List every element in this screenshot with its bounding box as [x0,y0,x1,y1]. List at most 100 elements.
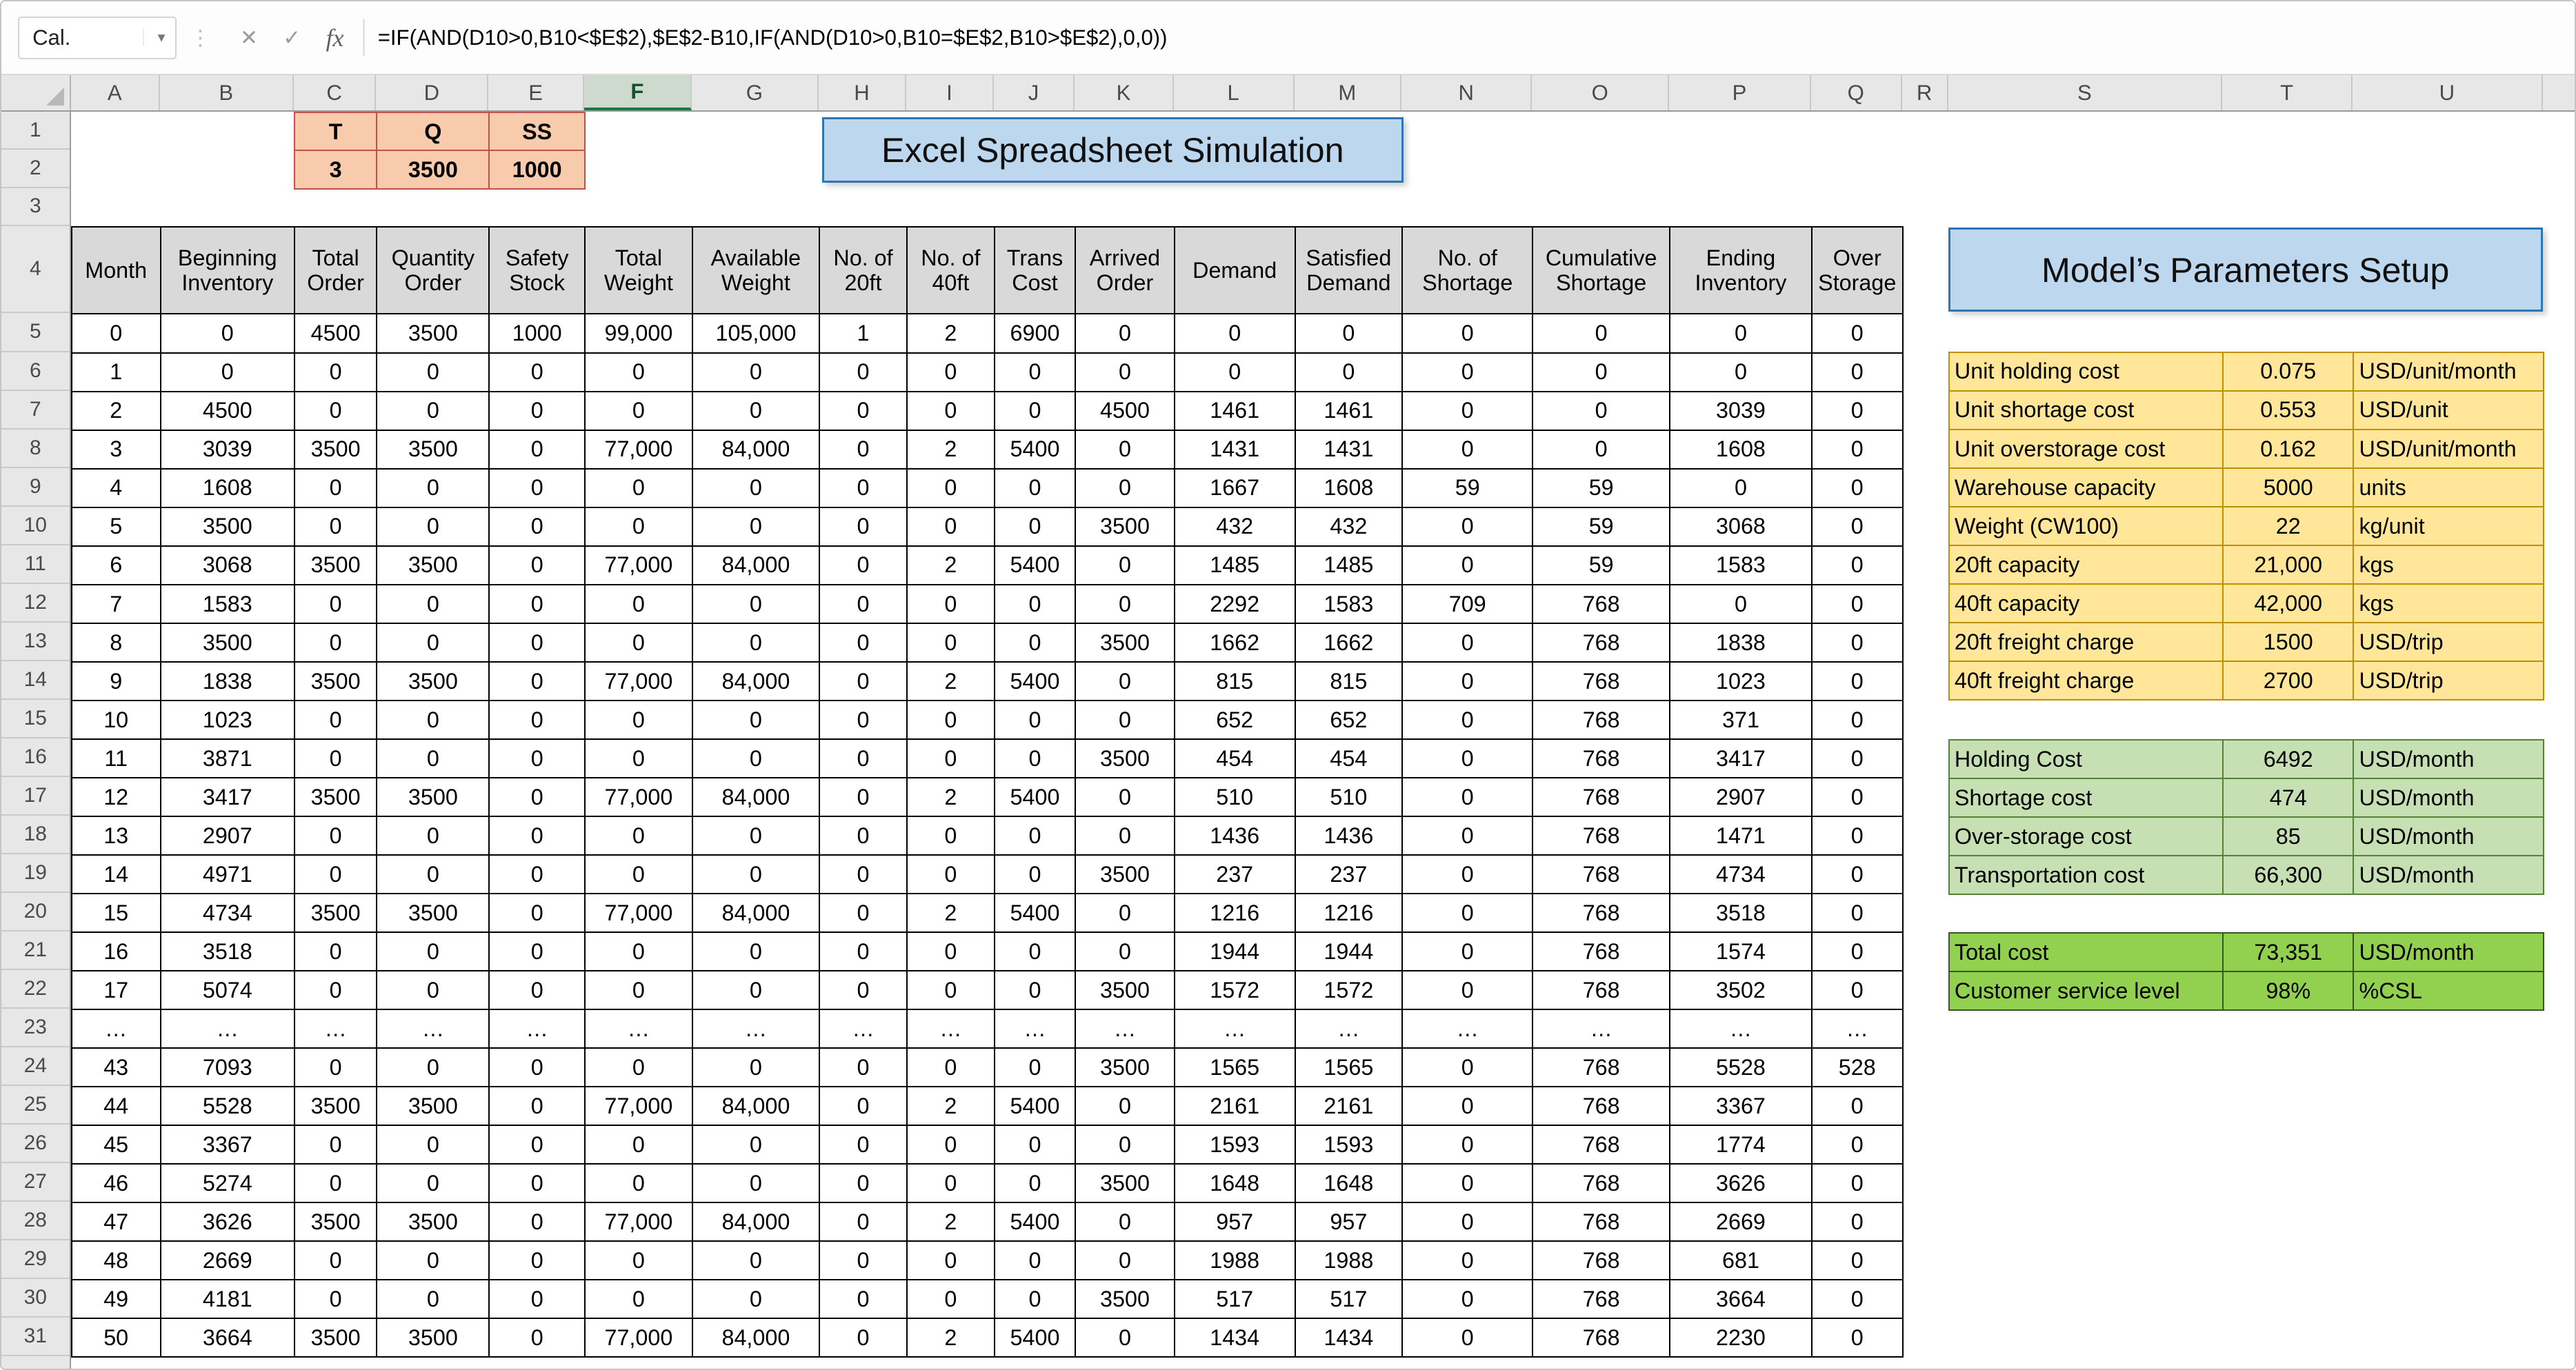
cell-O7[interactable]: 0 [1532,392,1670,430]
cell-H5[interactable]: 1 [819,314,907,352]
cell-E10[interactable]: 0 [489,507,585,546]
cell-J5[interactable]: 6900 [995,314,1075,352]
column-header-N[interactable]: N [1401,75,1532,110]
cell-E2[interactable]: 1000 [489,150,585,188]
cell-G21[interactable]: 0 [692,932,819,971]
cell-F4[interactable]: Total Weight [585,227,692,314]
cell-Q18[interactable]: 0 [1812,816,1903,855]
cell-T22[interactable]: 98% [2223,971,2353,1010]
cell-C14[interactable]: 3500 [294,662,377,701]
cell-E12[interactable]: 0 [489,585,585,623]
cell-O17[interactable]: 768 [1532,778,1670,816]
cell-S6[interactable]: Unit holding cost [1949,352,2223,391]
cell-O20[interactable]: 768 [1532,894,1670,932]
cell-J11[interactable]: 5400 [995,546,1075,585]
cell-D17[interactable]: 3500 [377,778,489,816]
cell-O23[interactable]: … [1532,1009,1670,1048]
cell-G19[interactable]: 0 [692,855,819,894]
cell-N11[interactable]: 0 [1402,546,1532,585]
cell-H13[interactable]: 0 [819,623,907,662]
cell-F14[interactable]: 77,000 [585,662,692,701]
cell-C11[interactable]: 3500 [294,546,377,585]
cell-B22[interactable]: 5074 [161,971,294,1009]
cell-L23[interactable]: … [1175,1009,1295,1048]
cell-G13[interactable]: 0 [692,623,819,662]
row-header-1[interactable]: 1 [1,112,70,150]
cell-P29[interactable]: 681 [1670,1241,1812,1280]
cell-O30[interactable]: 768 [1532,1280,1670,1318]
cell-N13[interactable]: 0 [1402,623,1532,662]
row-header-22[interactable]: 22 [1,970,70,1009]
cell-T10[interactable]: 22 [2223,507,2353,545]
cell-G7[interactable]: 0 [692,392,819,430]
select-all-corner[interactable] [1,75,71,110]
cell-E18[interactable]: 0 [489,816,585,855]
column-header-I[interactable]: I [906,75,994,110]
cell-O16[interactable]: 768 [1532,739,1670,778]
cell-G6[interactable]: 0 [692,353,819,392]
cell-H30[interactable]: 0 [819,1280,907,1318]
cell-E14[interactable]: 0 [489,662,585,701]
cell-I20[interactable]: 2 [907,894,995,932]
cell-Q19[interactable]: 0 [1812,855,1903,894]
cell-G30[interactable]: 0 [692,1280,819,1318]
cell-L6[interactable]: 0 [1175,353,1295,392]
row-header-20[interactable]: 20 [1,893,70,931]
cell-U16[interactable]: USD/month [2353,740,2543,778]
name-box[interactable]: Cal. ▾ [18,17,177,59]
row-header-28[interactable]: 28 [1,1202,70,1240]
cell-A18[interactable]: 13 [72,816,161,855]
cell-B14[interactable]: 1838 [161,662,294,701]
cell-B9[interactable]: 1608 [161,469,294,507]
row-header-21[interactable]: 21 [1,931,70,970]
cell-T16[interactable]: 6492 [2223,740,2353,778]
cell-L5[interactable]: 0 [1175,314,1295,352]
cell-E1[interactable]: SS [489,112,585,150]
cell-E5[interactable]: 1000 [489,314,585,352]
cell-H9[interactable]: 0 [819,469,907,507]
cell-I8[interactable]: 2 [907,430,995,469]
cell-O4[interactable]: Cumulative Shortage [1532,227,1670,314]
cell-P26[interactable]: 1774 [1670,1125,1812,1164]
cell-P24[interactable]: 5528 [1670,1048,1812,1087]
cell-B5[interactable]: 0 [161,314,294,352]
cell-H31[interactable]: 0 [819,1318,907,1357]
cell-I4[interactable]: No. of 40ft [907,227,995,314]
cell-H15[interactable]: 0 [819,701,907,739]
cell-H17[interactable]: 0 [819,778,907,816]
cell-M24[interactable]: 1565 [1295,1048,1403,1087]
cell-L21[interactable]: 1944 [1175,932,1295,971]
cell-I6[interactable]: 0 [907,353,995,392]
cell-H8[interactable]: 0 [819,430,907,469]
cell-B8[interactable]: 3039 [161,430,294,469]
cell-C4[interactable]: Total Order [294,227,377,314]
cell-G28[interactable]: 84,000 [692,1202,819,1241]
cell-F8[interactable]: 77,000 [585,430,692,469]
cell-L14[interactable]: 815 [1175,662,1295,701]
cell-G22[interactable]: 0 [692,971,819,1009]
cell-Q15[interactable]: 0 [1812,701,1903,739]
cell-O14[interactable]: 768 [1532,662,1670,701]
cell-T21[interactable]: 73,351 [2223,933,2353,971]
cell-N4[interactable]: No. of Shortage [1402,227,1532,314]
cell-A23[interactable]: … [72,1009,161,1048]
row-header-7[interactable]: 7 [1,391,70,430]
cell-D19[interactable]: 0 [377,855,489,894]
cell-H26[interactable]: 0 [819,1125,907,1164]
cell-P19[interactable]: 4734 [1670,855,1812,894]
row-header-31[interactable]: 31 [1,1318,70,1356]
cell-T14[interactable]: 2700 [2223,661,2353,700]
cell-B29[interactable]: 2669 [161,1241,294,1280]
cell-I12[interactable]: 0 [907,585,995,623]
cell-C25[interactable]: 3500 [294,1087,377,1125]
cell-H10[interactable]: 0 [819,507,907,546]
column-header-P[interactable]: P [1669,75,1811,110]
cell-I15[interactable]: 0 [907,701,995,739]
cell-D8[interactable]: 3500 [377,430,489,469]
cell-O18[interactable]: 768 [1532,816,1670,855]
cell-N5[interactable]: 0 [1402,314,1532,352]
cell-D13[interactable]: 0 [377,623,489,662]
cell-J8[interactable]: 5400 [995,430,1075,469]
cell-C20[interactable]: 3500 [294,894,377,932]
cell-S10[interactable]: Weight (CW100) [1949,507,2223,545]
